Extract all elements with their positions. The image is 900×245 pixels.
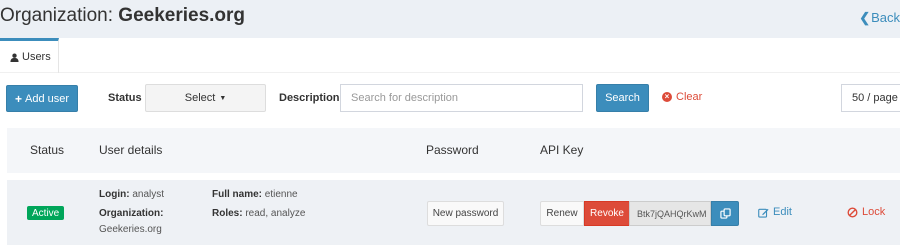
page-header: Organization: Geekeries.org ❮Back <box>0 0 900 38</box>
search-button[interactable]: Search <box>596 84 649 112</box>
description-search-input[interactable]: Search for description <box>340 84 583 112</box>
tab-users[interactable]: Users <box>0 38 59 73</box>
status-select-value: Select <box>184 92 216 104</box>
column-header-password: Password <box>426 143 479 157</box>
page-title-prefix: Organization: <box>0 5 119 26</box>
roles-label: Roles: <box>212 208 243 219</box>
revoke-label: Revoke <box>590 208 624 219</box>
status-select[interactable]: Select ▼ <box>145 84 266 112</box>
caret-down-icon: ▼ <box>219 94 227 102</box>
organization-detail-value: Geekeries.org <box>99 224 162 235</box>
roles-detail: Roles: read, analyze <box>212 208 305 219</box>
edit-user-link[interactable]: Edit <box>758 206 792 218</box>
organization-detail-label: Organization: <box>99 208 163 219</box>
column-header-status: Status <box>30 143 65 157</box>
description-filter-label: Description <box>279 92 340 104</box>
edit-label: Edit <box>773 206 792 218</box>
status-badge: Active <box>27 206 65 220</box>
fullname-value: etienne <box>264 189 298 200</box>
back-link[interactable]: ❮Back <box>859 10 900 26</box>
lock-label: Lock <box>862 206 886 218</box>
revoke-api-key-button[interactable]: Revoke <box>584 201 630 226</box>
add-user-button[interactable]: + Add user <box>6 85 78 112</box>
new-password-button[interactable]: New password <box>427 201 504 226</box>
plus-icon: + <box>14 91 22 106</box>
tab-bar: Users <box>0 38 900 73</box>
page-size-select[interactable]: 50 / page <box>841 84 900 112</box>
renew-label: Renew <box>546 208 578 219</box>
search-button-label: Search <box>605 92 640 104</box>
edit-icon <box>758 208 769 218</box>
roles-value: read, analyze <box>245 208 306 219</box>
user-icon <box>10 53 19 62</box>
column-header-api-key: API Key <box>540 143 584 157</box>
lock-user-link[interactable]: Lock <box>847 206 885 218</box>
renew-api-key-button[interactable]: Renew <box>540 201 584 226</box>
fullname-detail: Full name: etienne <box>212 189 298 200</box>
clear-button-label: Clear <box>676 91 703 103</box>
clear-button[interactable]: × Clear <box>662 91 702 103</box>
fullname-label: Full name: <box>212 189 263 200</box>
status-filter-label: Status <box>108 92 142 104</box>
add-user-label: Add user <box>24 92 70 105</box>
login-label: Login: <box>99 189 130 200</box>
tab-users-label: Users <box>22 51 51 63</box>
page-title: Organization: Geekeries.org <box>0 5 245 27</box>
api-key-value: Btk7jQAHQrKwM <box>637 208 707 219</box>
new-password-label: New password <box>432 208 499 219</box>
login-detail: Login: analyst <box>99 189 164 200</box>
description-placeholder: Search for description <box>351 92 458 104</box>
chevron-left-icon: ❮ <box>859 10 871 25</box>
organization-label: Organization: <box>99 208 164 219</box>
page-size-value: 50 / page <box>852 92 898 104</box>
login-value: analyst <box>132 189 165 200</box>
copy-icon <box>719 208 731 219</box>
back-link-label: Back <box>871 10 900 25</box>
column-header-user-details: User details <box>99 143 163 157</box>
times-circle-icon: × <box>662 92 672 102</box>
api-key-field[interactable]: Btk7jQAHQrKwM <box>629 201 711 226</box>
ban-icon <box>847 207 858 217</box>
organization-value: Geekeries.org <box>99 224 162 235</box>
copy-api-key-button[interactable] <box>711 201 739 226</box>
page-title-org: Geekeries.org <box>118 5 246 26</box>
